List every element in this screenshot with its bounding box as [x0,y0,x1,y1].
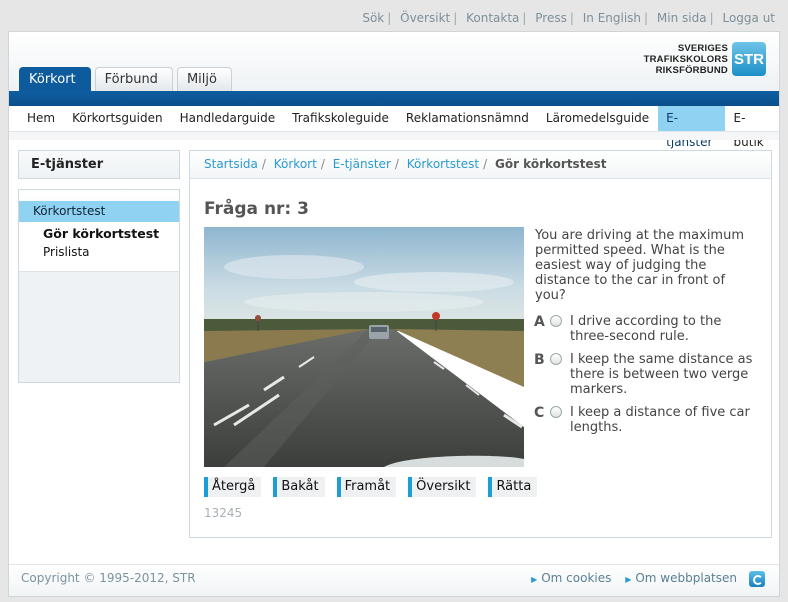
answer-text: I keep a distance of five car lengths. [570,405,750,435]
breadcrumb-separator: / [261,157,266,171]
question-title: Fråga nr: 3 [204,199,309,219]
nav-item-e-tjanster[interactable]: E-tjänster [658,106,725,149]
breadcrumb: Startsida / Körkort / E-tjänster / Körkorts… [190,151,771,179]
road-photo [204,227,524,467]
sidebar-submenu: Gör körkortstest Prislista [19,222,179,272]
sidebar-title: E-tjänster [18,150,180,179]
header: SVERIGES TRAFIKSKOLORS RIKSFÖRBUND STR K… [9,32,779,91]
tab-miljo[interactable]: Miljö [176,67,232,91]
sidebar-item-gor-korkortstest[interactable]: Gör körkortstest [43,225,179,243]
next-button[interactable]: Framåt [336,477,397,497]
logo-line-1: SVERIGES [677,42,728,54]
breadcrumb-separator: / [320,157,325,171]
breadcrumb-link-startsida[interactable]: Startsida [204,157,258,171]
copyright: Copyright © 1995-2012, STR [21,571,196,585]
str-logo-icon: STR [732,42,766,76]
arrow-right-icon: ▶ [531,575,538,584]
logo-line-3: RIKSFÖRBUND [655,64,728,76]
separator: | [709,11,714,25]
page-frame: SVERIGES TRAFIKSKOLORS RIKSFÖRBUND STR K… [8,31,780,597]
answer-text: I drive according to the three-second ru… [570,314,722,344]
overview-button[interactable]: Översikt [408,477,477,497]
top-link-english[interactable]: In English [583,11,641,25]
answer-option-b[interactable]: B I keep the same distance as there is b… [534,352,764,397]
question-id: 13245 [204,506,243,520]
top-link-search[interactable]: Sök [362,11,384,25]
grade-button[interactable]: Rätta [488,477,538,497]
sidebar-menu: Körkortstest Gör körkortstest Prislista [18,189,180,383]
top-link-overview[interactable]: Översikt [400,11,450,25]
footer: Copyright © 1995-2012, STR ▶ Om cookies ▶… [9,564,779,596]
main-content: Startsida / Körkort / E-tjänster / Körkorts… [189,150,772,538]
logo[interactable]: SVERIGES TRAFIKSKOLORS RIKSFÖRBUND STR [644,42,766,76]
footer-link-cookies[interactable]: Om cookies [541,571,611,585]
site-tabs: Körkort Förbund Miljö [19,67,236,91]
answer-option-a[interactable]: A I drive according to the three-second … [534,314,764,344]
sidebar-item-korkortstest[interactable]: Körkortstest [19,201,179,222]
answer-letter: C [534,405,545,421]
nav-item-hem[interactable]: Hem [19,106,63,131]
nav-item-laromedelsguide[interactable]: Läromedelsguide [538,106,657,131]
quiz-buttons: Återgå Bakåt Framåt Översikt Rätta [204,477,549,497]
answer-letter: B [534,352,545,368]
back-to-start-button[interactable]: Återgå [204,477,262,497]
answer-text: I keep the same distance as there is bet… [570,352,753,397]
top-links: Sök | Översikt | Kontakta | Press | In Engli… [362,11,775,25]
arrow-right-icon: ▶ [625,575,632,584]
footer-links: ▶ Om cookies ▶ Om webbplatsen [521,571,737,585]
main-nav: Hem Körkortsguiden Handledarguide Trafik… [9,106,779,149]
logo-line-2: TRAFIKSKOLORS [643,53,728,65]
sidebar-item-prislista[interactable]: Prislista [43,243,179,261]
top-link-press[interactable]: Press [535,11,567,25]
separator: | [387,11,392,25]
answer-list: A I drive according to the three-second … [534,314,764,443]
nav-item-reklamationsnamnd[interactable]: Reklamationsnämnd [398,106,537,131]
top-link-logout[interactable]: Logga ut [722,11,775,25]
tab-korkort[interactable]: Körkort [19,67,91,91]
separator: | [644,11,649,25]
breadcrumb-link-korkortstest[interactable]: Körkortstest [407,157,479,171]
separator: | [569,11,574,25]
nav-item-e-butik[interactable]: E-butik [726,106,778,149]
breadcrumb-link-korkort[interactable]: Körkort [274,157,317,171]
nav-item-trafikskoleguide[interactable]: Trafikskoleguide [284,106,397,131]
question-text: You are driving at the maximum permitted… [535,228,744,303]
top-link-contact[interactable]: Kontakta [466,11,519,25]
answer-radio-b[interactable] [550,353,562,365]
brand-bar [9,91,779,106]
question-image [204,227,524,467]
breadcrumb-separator: / [394,157,399,171]
answer-option-c[interactable]: C I keep a distance of five car lengths. [534,405,764,435]
logo-text: SVERIGES TRAFIKSKOLORS RIKSFÖRBUND [644,43,728,76]
breadcrumb-separator: / [483,157,488,171]
nav-item-korkortsguiden[interactable]: Körkortsguiden [64,106,170,131]
breadcrumb-link-e-tjanster[interactable]: E-tjänster [333,157,391,171]
breadcrumb-current: Gör körkortstest [494,157,607,171]
answer-radio-c[interactable] [550,406,562,418]
footer-link-about[interactable]: Om webbplatsen [635,571,737,585]
answer-radio-a[interactable] [550,315,562,327]
tab-forbund[interactable]: Förbund [94,67,173,91]
nav-item-handledarguide[interactable]: Handledarguide [172,106,284,131]
teamviewer-icon[interactable] [749,571,765,587]
separator: | [453,11,458,25]
answer-letter: A [534,314,545,330]
separator: | [522,11,527,25]
top-link-my-page[interactable]: Min sida [657,11,707,25]
previous-button[interactable]: Bakåt [273,477,325,497]
nav-shadow [9,132,779,140]
